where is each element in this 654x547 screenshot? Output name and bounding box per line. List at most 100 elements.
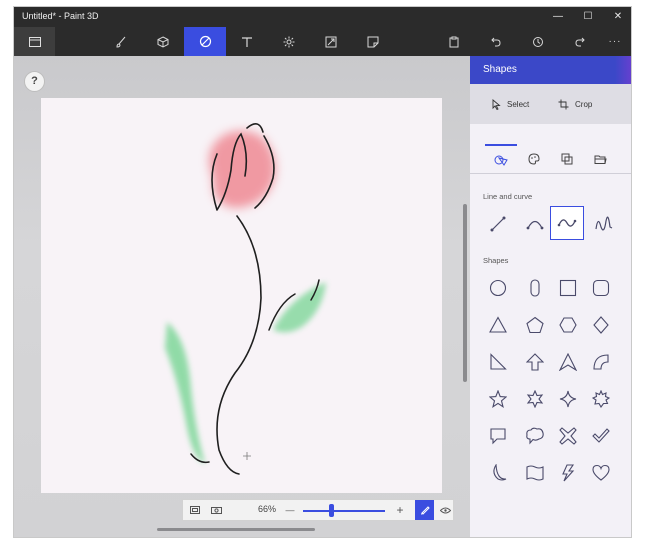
text-icon xyxy=(242,36,252,47)
heart-shape[interactable] xyxy=(585,457,617,489)
paint3d-window: Untitled* - Paint 3D — ☐ ✕ ··· ? 66% — +… xyxy=(13,6,632,538)
stickers-tool-button[interactable] xyxy=(352,27,394,56)
3d-shapes-tool-button[interactable] xyxy=(142,27,184,56)
crop-button[interactable]: Crop xyxy=(558,96,592,112)
redo-button[interactable] xyxy=(560,27,600,56)
close-button[interactable]: ✕ xyxy=(604,7,631,27)
banner-icon xyxy=(526,465,544,481)
text-tool-button[interactable] xyxy=(226,27,268,56)
help-button[interactable]: ? xyxy=(24,71,45,92)
actual-size-button[interactable] xyxy=(208,500,224,520)
speech-bubble-shape[interactable] xyxy=(482,420,514,452)
triangle-shape[interactable] xyxy=(482,309,514,341)
quarter-circle-shape[interactable] xyxy=(585,346,617,378)
main-toolbar: ··· xyxy=(14,27,631,56)
capsule-shape[interactable] xyxy=(519,272,551,304)
hexagon-shape[interactable] xyxy=(552,309,584,341)
banner-shape[interactable] xyxy=(519,457,551,489)
zoom-bar: 66% — + xyxy=(182,499,454,521)
right-triangle-icon xyxy=(490,353,507,370)
zoom-slider-track[interactable] xyxy=(303,510,385,512)
x-mark-shape[interactable] xyxy=(552,420,584,452)
canvas-tool-button[interactable] xyxy=(310,27,352,56)
star-6-icon xyxy=(526,390,544,408)
arrow-shape[interactable] xyxy=(519,346,551,378)
panel-title: Shapes xyxy=(483,64,517,75)
copy-icon xyxy=(561,153,573,165)
lightning-shape[interactable] xyxy=(552,457,584,489)
star-4-icon xyxy=(559,390,577,408)
camera-icon xyxy=(210,507,222,514)
undo-icon xyxy=(491,37,501,46)
horizontal-scrollbar[interactable] xyxy=(157,528,315,531)
square-shape[interactable] xyxy=(552,272,584,304)
tab-shapes[interactable] xyxy=(485,144,517,174)
fit-screen-icon xyxy=(190,506,200,514)
shapes-section-label: Shapes xyxy=(483,256,509,265)
curve-tool[interactable] xyxy=(550,206,584,240)
thought-bubble-shape[interactable] xyxy=(519,420,551,452)
hexagon-icon xyxy=(559,317,577,333)
view-3d-toggle[interactable] xyxy=(437,500,453,520)
heart-icon xyxy=(592,464,610,481)
sticker-icon xyxy=(367,36,379,47)
left-leaf xyxy=(165,322,205,464)
sparkle-icon xyxy=(283,36,295,47)
category-tabs xyxy=(470,138,631,174)
diamond-shape[interactable] xyxy=(585,309,617,341)
quarter-circle-icon xyxy=(593,354,609,370)
cube-icon xyxy=(157,35,169,48)
rounded-rect-vertical-icon xyxy=(530,279,540,297)
undo-button[interactable] xyxy=(476,27,516,56)
multi-curve-tool[interactable] xyxy=(588,208,620,240)
arc-tool[interactable] xyxy=(519,208,551,240)
circle-icon xyxy=(489,279,507,297)
star-6-shape[interactable] xyxy=(519,383,551,415)
header-accent xyxy=(615,56,631,84)
shapes-icon xyxy=(494,155,508,166)
minimize-button[interactable]: — xyxy=(544,7,572,27)
workspace: ? 66% — + xyxy=(14,56,470,537)
brushes-tool-button[interactable] xyxy=(100,27,142,56)
star-5-shape[interactable] xyxy=(482,383,514,415)
rounded-square-shape[interactable] xyxy=(585,272,617,304)
select-crop-row: Select Crop xyxy=(470,84,631,124)
tab-copy[interactable] xyxy=(551,144,583,174)
star-4-shape[interactable] xyxy=(552,383,584,415)
history-icon xyxy=(533,36,543,47)
history-button[interactable] xyxy=(518,27,558,56)
fit-to-screen-button[interactable] xyxy=(187,500,203,520)
drawing-canvas[interactable] xyxy=(41,98,442,493)
cursor-icon xyxy=(492,98,501,110)
zoom-slider-thumb[interactable] xyxy=(329,504,335,517)
effects-tool-button[interactable] xyxy=(268,27,310,56)
menu-icon xyxy=(28,36,41,47)
palette-icon xyxy=(528,153,540,165)
pentagon-shape[interactable] xyxy=(519,309,551,341)
lightning-icon xyxy=(562,464,575,482)
paste-button[interactable] xyxy=(434,27,474,56)
menu-button[interactable] xyxy=(14,27,55,56)
more-button[interactable]: ··· xyxy=(598,27,631,56)
maximize-button[interactable]: ☐ xyxy=(574,7,602,27)
pen-mode-toggle[interactable] xyxy=(415,500,434,520)
tab-open[interactable] xyxy=(584,144,616,174)
2d-shapes-tool-button[interactable] xyxy=(184,27,226,56)
tulip-drawing xyxy=(165,123,326,475)
rounded-square-icon xyxy=(592,279,610,297)
line-tool[interactable] xyxy=(482,208,514,240)
right-triangle-shape[interactable] xyxy=(482,346,514,378)
select-button[interactable]: Select xyxy=(492,96,529,112)
checkmark-shape[interactable] xyxy=(585,420,617,452)
speech-bubble-icon xyxy=(490,428,506,445)
zoom-out-button[interactable]: — xyxy=(283,500,297,520)
vertical-scrollbar[interactable] xyxy=(463,204,467,382)
tab-color[interactable] xyxy=(518,144,550,174)
arrowhead-shape[interactable] xyxy=(552,346,584,378)
starburst-shape[interactable] xyxy=(585,383,617,415)
circle-shape[interactable] xyxy=(482,272,514,304)
arrow-up-icon xyxy=(526,353,544,371)
moon-shape[interactable] xyxy=(482,457,514,489)
2d-shapes-icon xyxy=(199,35,211,48)
zoom-in-button[interactable]: + xyxy=(393,500,407,520)
